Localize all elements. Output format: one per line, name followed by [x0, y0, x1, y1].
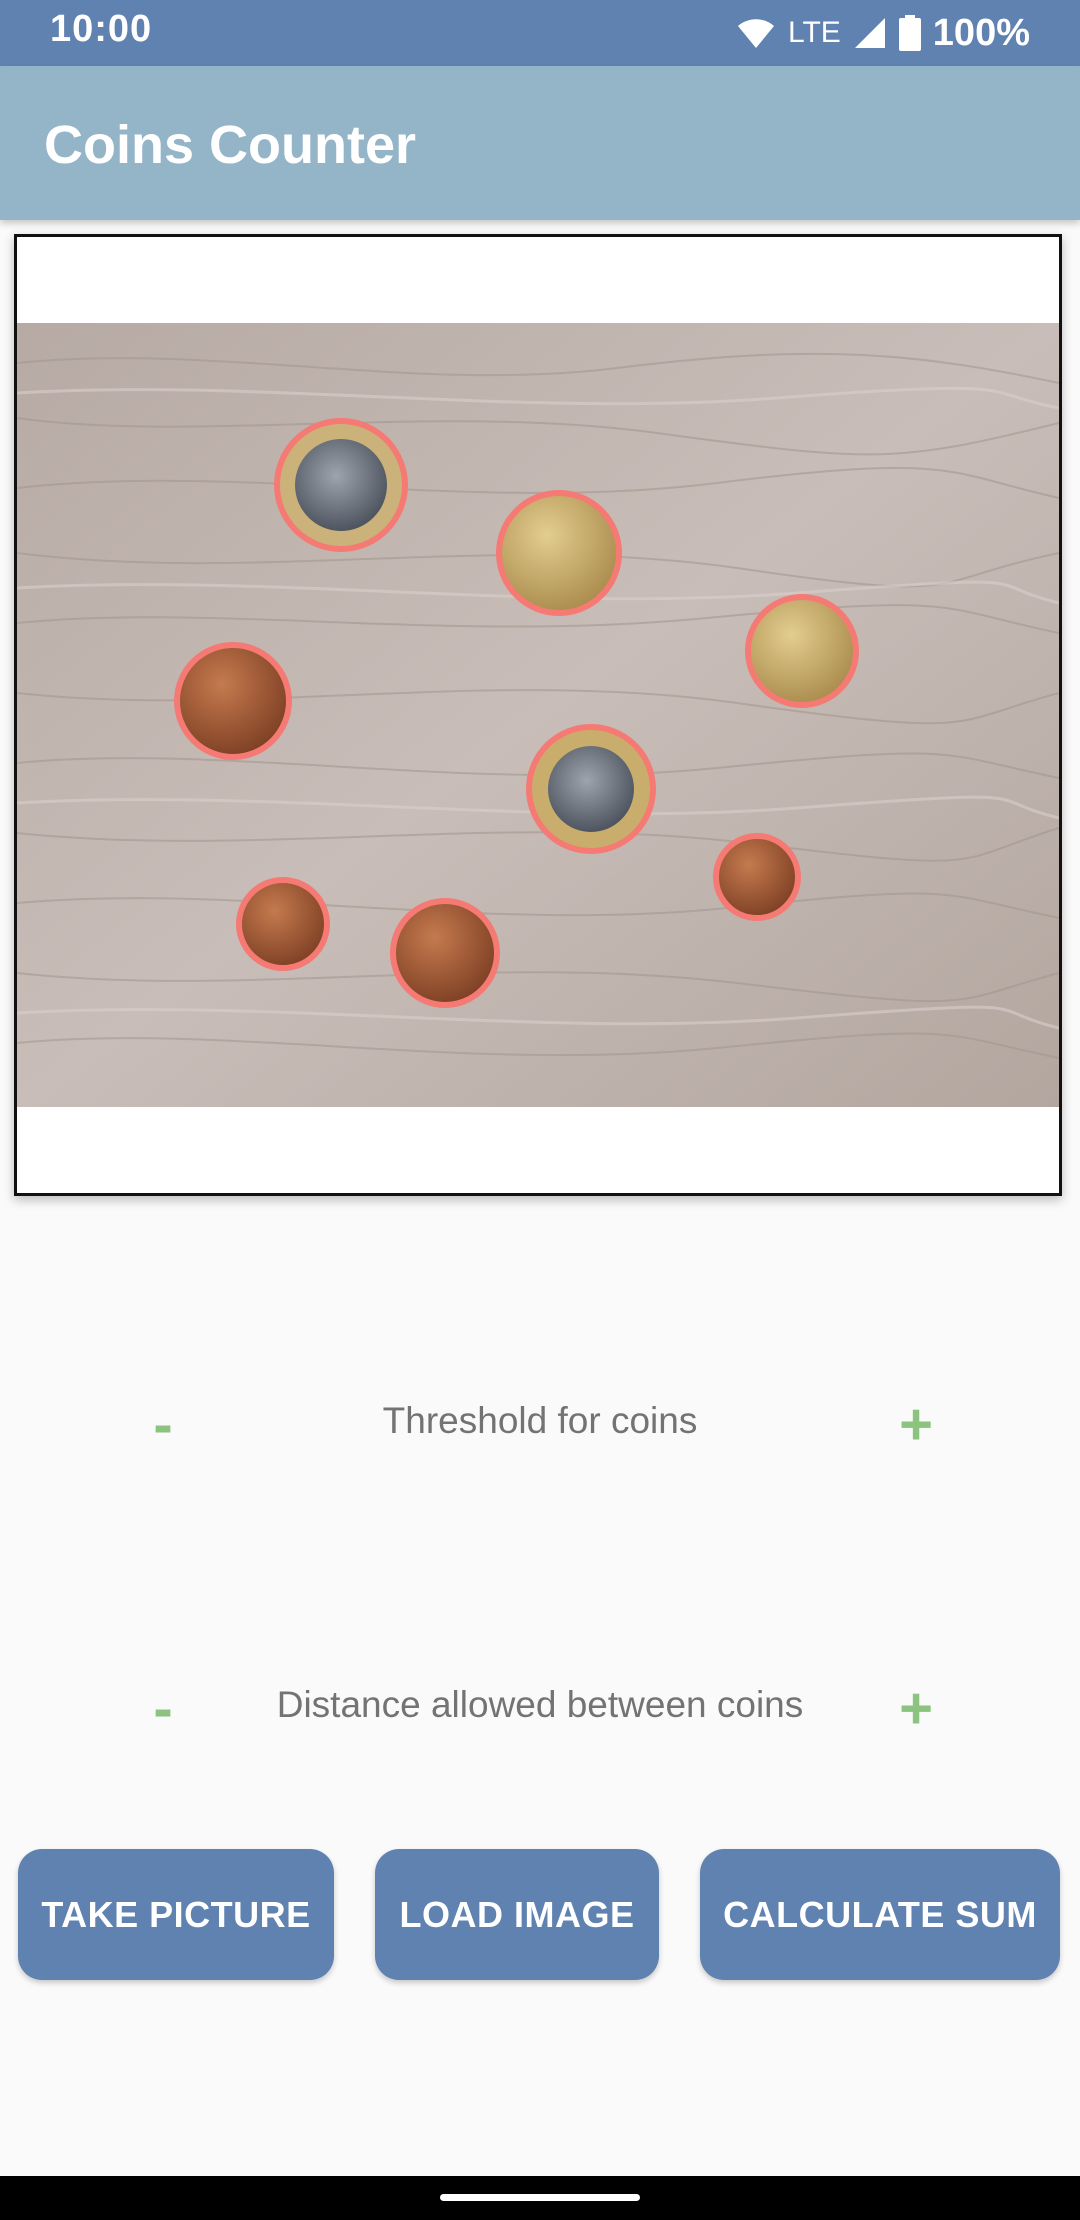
threshold-control: Threshold for coins - + — [0, 1384, 1080, 1464]
battery-icon — [898, 15, 921, 51]
threshold-increase-button[interactable]: + — [876, 1384, 956, 1464]
network-label: LTE — [788, 16, 841, 49]
signal-icon — [854, 18, 885, 48]
status-bar: 10:00 LTE 100% — [0, 0, 1080, 66]
take-picture-button[interactable]: TAKE PICTURE — [18, 1849, 334, 1980]
distance-increase-button[interactable]: + — [876, 1668, 956, 1748]
navigation-bar — [0, 2176, 1080, 2220]
calculate-sum-button[interactable]: CALCULATE SUM — [700, 1849, 1060, 1980]
battery-percentage: 100% — [932, 11, 1030, 54]
load-image-button[interactable]: LOAD IMAGE — [375, 1849, 659, 1980]
image-preview — [14, 234, 1062, 1196]
wifi-icon — [738, 19, 774, 48]
app-title: Coins Counter — [44, 115, 416, 175]
threshold-decrease-button[interactable]: - — [123, 1384, 203, 1464]
status-time: 10:00 — [50, 8, 153, 50]
coins-photo — [17, 323, 1059, 1107]
app-bar: Coins Counter — [0, 66, 1080, 220]
home-handle[interactable] — [440, 2194, 640, 2201]
distance-control: Distance allowed between coins - + — [0, 1668, 1080, 1748]
distance-decrease-button[interactable]: - — [123, 1668, 203, 1748]
status-icons: LTE 100% — [736, 8, 1030, 58]
